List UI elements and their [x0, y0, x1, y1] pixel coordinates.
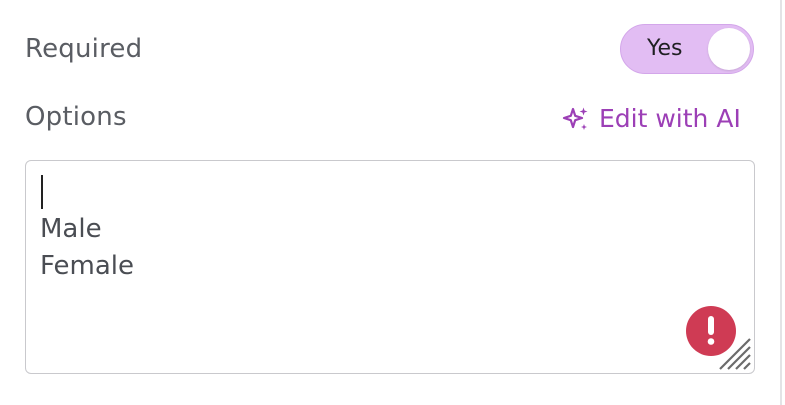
- options-label: Options: [25, 102, 127, 132]
- panel-divider: [780, 0, 782, 405]
- required-label: Required: [25, 34, 143, 64]
- toggle-state-text: Yes: [647, 36, 683, 61]
- options-textarea[interactable]: Male Female: [25, 160, 755, 374]
- option-line: Female: [40, 251, 135, 281]
- toggle-knob: [708, 28, 750, 70]
- question-settings-panel: Required Yes Options Edit with AI Male F…: [0, 0, 785, 405]
- option-line: Male: [40, 214, 102, 244]
- edit-with-ai-button[interactable]: Edit with AI: [562, 102, 741, 136]
- text-caret: [41, 175, 43, 209]
- sparkle-icon: [562, 107, 588, 130]
- resize-handle-icon[interactable]: [714, 335, 752, 371]
- edit-with-ai-label: Edit with AI: [599, 104, 741, 133]
- required-toggle[interactable]: Yes: [620, 24, 754, 74]
